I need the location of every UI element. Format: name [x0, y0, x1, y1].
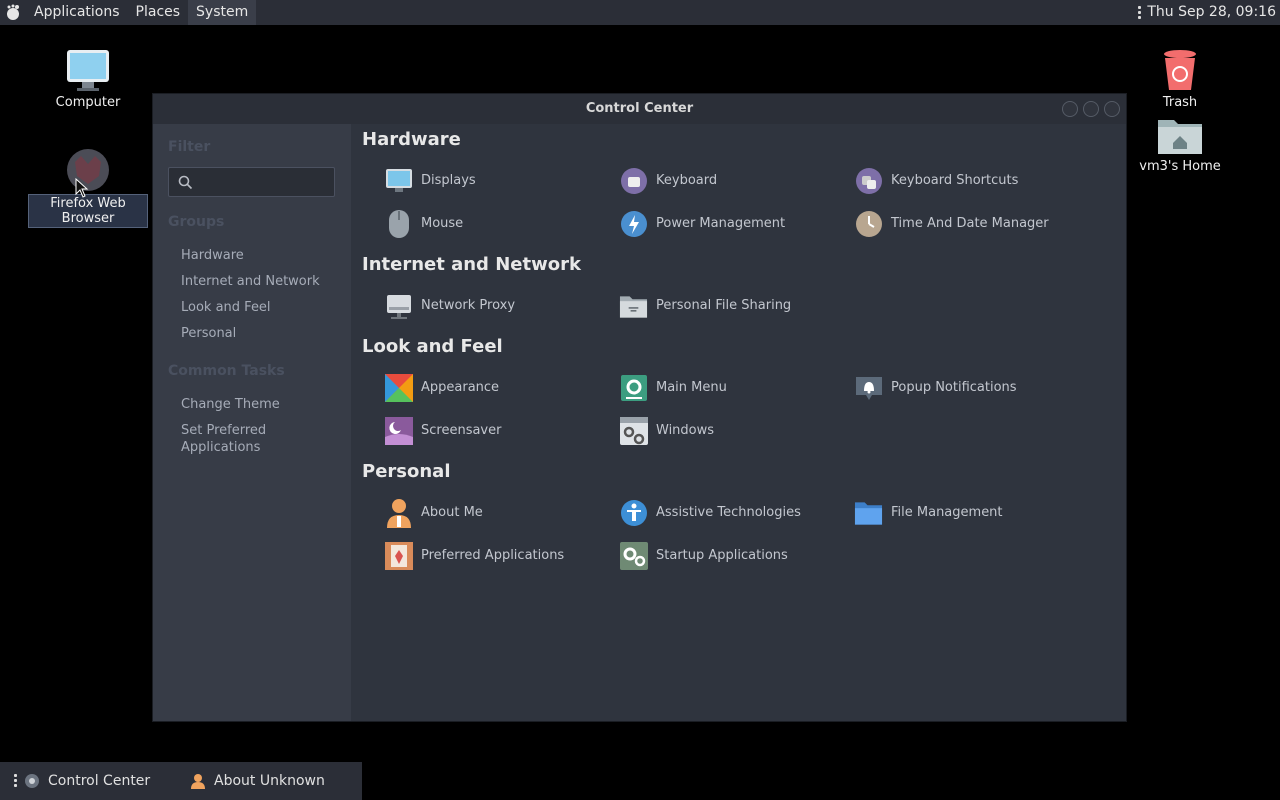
- keyboard-icon: [619, 166, 648, 195]
- preferred-applications-icon: [384, 541, 413, 570]
- close-button[interactable]: [1104, 101, 1120, 117]
- desktop-icon-label: Computer: [55, 95, 121, 110]
- taskbar-handle-icon: [14, 774, 17, 787]
- applications-menu[interactable]: Applications: [26, 0, 128, 25]
- item-popup-notifications[interactable]: Popup Notifications: [854, 373, 1017, 402]
- item-about-me[interactable]: About Me: [384, 498, 483, 528]
- item-appearance[interactable]: Appearance: [384, 373, 499, 402]
- notification-bell-icon: [854, 373, 883, 402]
- search-icon: [178, 175, 193, 190]
- task-change-theme[interactable]: Change Theme: [181, 397, 280, 412]
- clock[interactable]: Thu Sep 28, 09:16: [1138, 0, 1276, 25]
- item-network-proxy[interactable]: Network Proxy: [384, 291, 515, 320]
- panel-handle-icon: [1138, 6, 1142, 19]
- keyboard-shortcuts-icon: [854, 166, 883, 195]
- section-title-network: Internet and Network: [362, 254, 581, 275]
- item-displays[interactable]: Displays: [384, 166, 476, 195]
- home-folder-icon: [1158, 120, 1202, 154]
- bottom-taskbar: Control Center About Unknown: [0, 762, 362, 800]
- places-menu[interactable]: Places: [128, 0, 189, 25]
- user-icon: [384, 498, 413, 528]
- window-title: Control Center: [585, 101, 694, 116]
- accessibility-icon: [619, 498, 648, 527]
- task-about-unknown[interactable]: About Unknown: [190, 762, 325, 800]
- item-personal-file-sharing[interactable]: Personal File Sharing: [619, 291, 791, 320]
- system-menu[interactable]: System: [188, 0, 257, 25]
- screensaver-icon: [384, 416, 413, 445]
- desktop-icon-trash[interactable]: Trash: [1120, 48, 1240, 111]
- clock-icon: [854, 209, 883, 238]
- desktop-icon-label: Trash: [1162, 95, 1198, 110]
- trash-icon: [1164, 50, 1196, 90]
- item-time-date-manager[interactable]: Time And Date Manager: [854, 209, 1049, 238]
- sidebar-link-look-feel[interactable]: Look and Feel: [181, 300, 271, 315]
- clock-text: Thu Sep 28, 09:16: [1147, 4, 1276, 20]
- display-icon: [384, 166, 413, 195]
- about-me-icon: [191, 774, 205, 789]
- startup-gears-icon: [619, 541, 648, 570]
- appearance-icon: [384, 373, 413, 402]
- folder-icon: [854, 498, 883, 527]
- search-input[interactable]: [168, 167, 335, 197]
- sidebar-link-personal[interactable]: Personal: [181, 326, 236, 341]
- item-keyboard-shortcuts[interactable]: Keyboard Shortcuts: [854, 166, 1018, 195]
- computer-icon: [67, 50, 109, 91]
- control-center-icon: [25, 774, 39, 788]
- power-bolt-icon: [619, 209, 648, 238]
- maximize-button[interactable]: [1083, 101, 1099, 117]
- window-titlebar[interactable]: Control Center: [153, 94, 1126, 124]
- item-main-menu[interactable]: Main Menu: [619, 373, 727, 402]
- desktop-icon-home[interactable]: vm3's Home: [1120, 116, 1240, 175]
- desktop-icon-label: Firefox Web Browser: [28, 194, 148, 228]
- main-menu-gear-icon: [619, 373, 648, 402]
- gnome-foot-icon[interactable]: [0, 0, 26, 25]
- section-title-look-feel: Look and Feel: [362, 336, 503, 357]
- item-windows[interactable]: Windows: [619, 416, 714, 445]
- groups-heading: Groups: [168, 214, 225, 230]
- control-center-window: Control Center Filter Groups Hardware In…: [152, 93, 1127, 722]
- item-assistive-technologies[interactable]: Assistive Technologies: [619, 498, 801, 527]
- top-panel: Applications Places System Thu Sep 28, 0…: [0, 0, 1280, 25]
- mouse-icon: [384, 209, 413, 238]
- common-tasks-heading: Common Tasks: [168, 363, 285, 379]
- section-title-hardware: Hardware: [362, 129, 461, 150]
- minimize-button[interactable]: [1062, 101, 1078, 117]
- desktop-icon-computer[interactable]: Computer: [28, 48, 148, 111]
- sidebar-link-internet-network[interactable]: Internet and Network: [181, 274, 320, 289]
- item-screensaver[interactable]: Screensaver: [384, 416, 501, 445]
- item-power-management[interactable]: Power Management: [619, 209, 785, 238]
- item-startup-applications[interactable]: Startup Applications: [619, 541, 788, 570]
- mouse-cursor-icon: [75, 178, 89, 198]
- sidebar-link-hardware[interactable]: Hardware: [181, 248, 244, 263]
- sidebar: Filter Groups Hardware Internet and Netw…: [153, 124, 351, 721]
- network-proxy-icon: [384, 291, 413, 320]
- item-keyboard[interactable]: Keyboard: [619, 166, 717, 195]
- desktop-icon-label: vm3's Home: [1139, 159, 1221, 174]
- task-control-center[interactable]: Control Center: [24, 762, 150, 800]
- shared-folder-icon: [619, 291, 648, 320]
- content-area: Hardware Displays Keyboard Keyboard Shor…: [351, 124, 1126, 721]
- item-mouse[interactable]: Mouse: [384, 209, 463, 238]
- filter-heading: Filter: [168, 139, 211, 155]
- item-file-management[interactable]: File Management: [854, 498, 1003, 527]
- windows-gears-icon: [619, 416, 648, 445]
- section-title-personal: Personal: [362, 461, 451, 482]
- item-preferred-applications[interactable]: Preferred Applications: [384, 541, 564, 570]
- task-set-preferred-applications[interactable]: Set Preferred Applications: [181, 422, 266, 456]
- window-controls: [1062, 101, 1120, 117]
